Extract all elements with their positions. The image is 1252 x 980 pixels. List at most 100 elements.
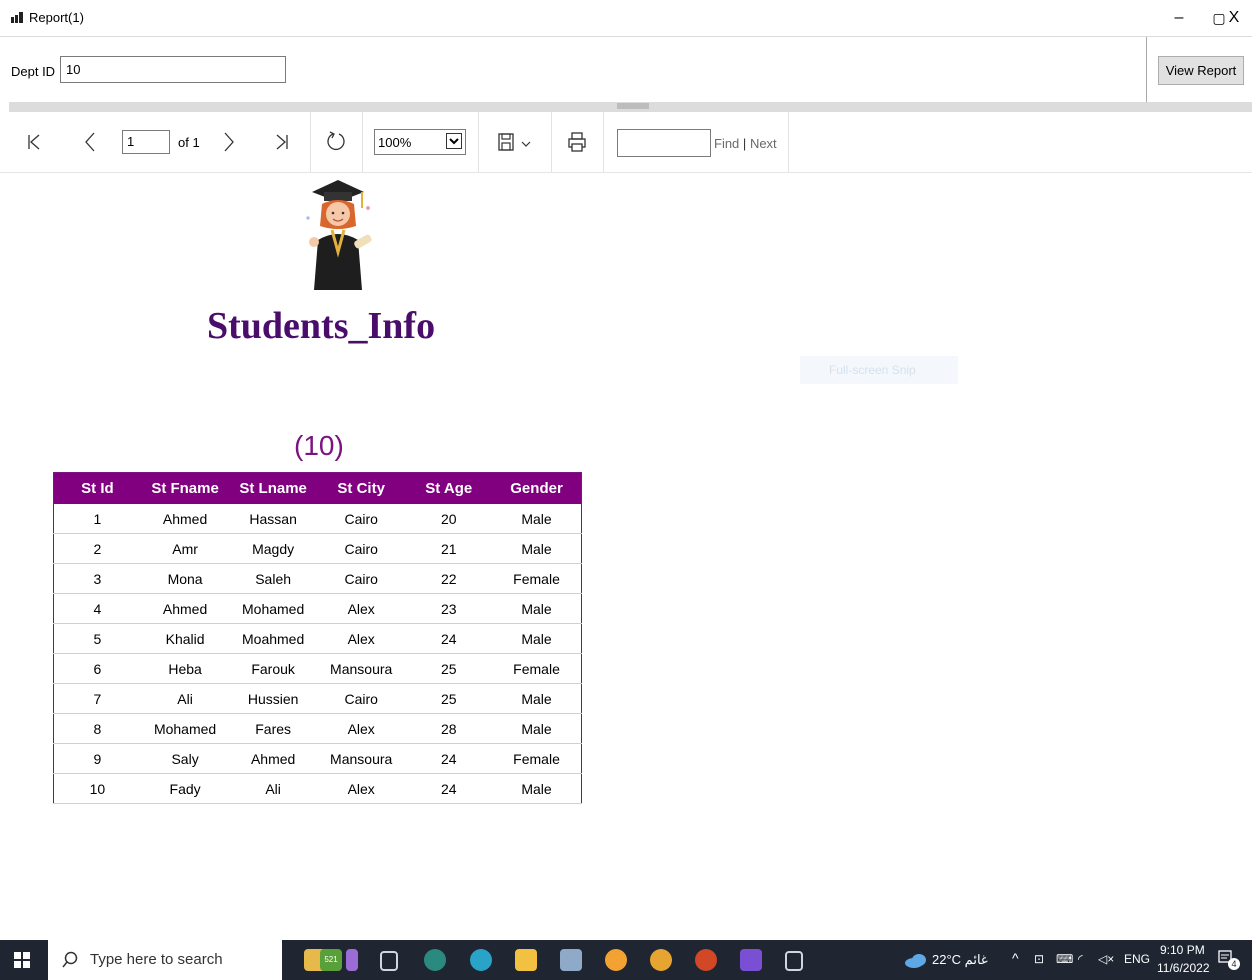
table-cell: Cairo xyxy=(316,563,406,594)
table-cell: Male xyxy=(492,773,582,804)
input-method-icon[interactable]: ⌨ xyxy=(1056,952,1073,966)
table-cell: Fady xyxy=(140,773,230,804)
table-cell: 23 xyxy=(405,593,493,624)
current-page-input[interactable]: 1 xyxy=(122,130,170,154)
refresh-icon[interactable] xyxy=(320,126,352,158)
table-cell: Female xyxy=(492,653,582,684)
window-title: Report(1) xyxy=(29,10,84,25)
language-indicator[interactable]: ENG xyxy=(1124,952,1150,966)
save-export-icon[interactable] xyxy=(494,126,538,158)
table-cell: Male xyxy=(492,683,582,714)
table-cell: Cairo xyxy=(316,683,406,714)
table-cell: Mansoura xyxy=(316,653,406,684)
table-cell: Alex xyxy=(316,593,406,624)
last-page-icon[interactable] xyxy=(268,126,296,158)
taskbar-search-box[interactable]: Type here to search xyxy=(48,940,282,980)
minimize-button[interactable]: – xyxy=(1164,6,1194,30)
speaker-icon[interactable]: ◁× xyxy=(1098,952,1114,966)
chevron-down-icon[interactable] xyxy=(446,133,462,149)
table-cell: Male xyxy=(492,623,582,654)
students-table: St Id St Fname St Lname St City St Age G… xyxy=(53,472,582,804)
toolbar-separator xyxy=(551,112,552,172)
table-cell: Alex xyxy=(316,713,406,744)
snip-window-icon[interactable] xyxy=(785,951,803,971)
table-row: 7 Ali Hussien Cairo 25 Male xyxy=(53,683,582,714)
page-count-label: of 1 xyxy=(178,135,200,150)
table-cell: 25 xyxy=(405,683,493,714)
chrome-canary-icon[interactable] xyxy=(650,949,672,971)
view-report-button[interactable]: View Report xyxy=(1158,56,1244,85)
next-link[interactable]: Next xyxy=(750,136,777,151)
first-page-icon[interactable] xyxy=(20,126,48,158)
find-link[interactable]: Find xyxy=(714,136,739,151)
table-cell: 1 xyxy=(53,504,141,534)
table-cell: 6 xyxy=(53,653,141,684)
file-explorer-icon[interactable] xyxy=(515,949,537,971)
windows-start-icon[interactable] xyxy=(14,952,30,968)
toolbar-separator xyxy=(310,112,311,172)
report-toolbar: 1 of 1 100% Find | Next xyxy=(0,112,1252,173)
table-cell: Ahmed xyxy=(140,593,230,624)
table-cell: 20 xyxy=(405,504,493,534)
table-cell: Farouk xyxy=(229,653,317,684)
table-cell: Saleh xyxy=(229,563,317,594)
clock-time[interactable]: 9:10 PM xyxy=(1160,943,1205,957)
edge-beta-icon[interactable] xyxy=(424,949,446,971)
find-input[interactable] xyxy=(617,129,711,157)
powerpoint-icon[interactable] xyxy=(695,949,717,971)
chrome-icon[interactable] xyxy=(605,949,627,971)
toolbar-separator xyxy=(478,112,479,172)
table-cell: Female xyxy=(492,563,582,594)
table-cell: 25 xyxy=(405,653,493,684)
table-cell: 24 xyxy=(405,743,493,774)
edge-icon[interactable] xyxy=(470,949,492,971)
notification-icon[interactable]: 4 xyxy=(1218,950,1240,970)
table-cell: Cairo xyxy=(316,504,406,534)
toolbar-separator xyxy=(603,112,604,172)
table-row: 4 Ahmed Mohamed Alex 23 Male xyxy=(53,593,582,624)
dept-id-display: (10) xyxy=(294,430,344,461)
collapse-grip-icon[interactable] xyxy=(617,103,649,109)
table-header-row: St Id St Fname St Lname St City St Age G… xyxy=(53,472,582,504)
camera-icon[interactable]: ⊡ xyxy=(1034,952,1044,966)
table-cell: Cairo xyxy=(316,533,406,564)
column-header: Gender xyxy=(492,472,582,504)
toolbar-separator xyxy=(362,112,363,172)
parameter-area: Dept ID View Report xyxy=(0,36,1252,103)
visual-studio-icon[interactable] xyxy=(740,949,762,971)
table-cell: Ali xyxy=(229,773,317,804)
weather-text[interactable]: 22°C غائم xyxy=(932,952,988,968)
divider xyxy=(1146,37,1147,103)
dept-id-input[interactable] xyxy=(60,56,286,83)
title-bar: Report(1) – ▢ X xyxy=(0,0,1252,36)
table-row: 8 Mohamed Fares Alex 28 Male xyxy=(53,713,582,744)
table-cell: Male xyxy=(492,504,582,534)
clock-date[interactable]: 11/6/2022 xyxy=(1157,961,1210,975)
close-button[interactable]: X xyxy=(1219,6,1249,30)
report-title: Students_Info xyxy=(207,305,436,347)
paint-icon[interactable] xyxy=(560,949,582,971)
pen-icon[interactable] xyxy=(346,949,358,971)
column-header: St City xyxy=(316,472,406,504)
zoom-select[interactable]: 100% xyxy=(374,129,466,155)
calendar-badge-icon[interactable]: 521 xyxy=(320,949,342,971)
search-placeholder: Type here to search xyxy=(90,951,223,968)
chevron-up-icon[interactable]: ^ xyxy=(1012,950,1019,966)
notification-count-badge: 4 xyxy=(1228,958,1240,970)
app-icon xyxy=(11,12,23,23)
previous-page-icon[interactable] xyxy=(76,126,104,158)
task-view-icon[interactable] xyxy=(380,951,398,971)
table-cell: Heba xyxy=(140,653,230,684)
table-cell: Female xyxy=(492,743,582,774)
print-icon[interactable] xyxy=(564,126,590,158)
next-page-icon[interactable] xyxy=(215,126,243,158)
wifi-icon[interactable]: ◜ xyxy=(1078,952,1083,966)
table-cell: 24 xyxy=(405,623,493,654)
column-header: St Lname xyxy=(229,472,317,504)
table-row: 10 Fady Ali Alex 24 Male xyxy=(53,773,582,804)
parameter-splitter[interactable] xyxy=(9,102,1252,112)
table-cell: 5 xyxy=(53,623,141,654)
table-cell: 8 xyxy=(53,713,141,744)
snip-overlay-label: Full-screen Snip xyxy=(800,356,958,384)
table-cell: 10 xyxy=(53,773,141,804)
